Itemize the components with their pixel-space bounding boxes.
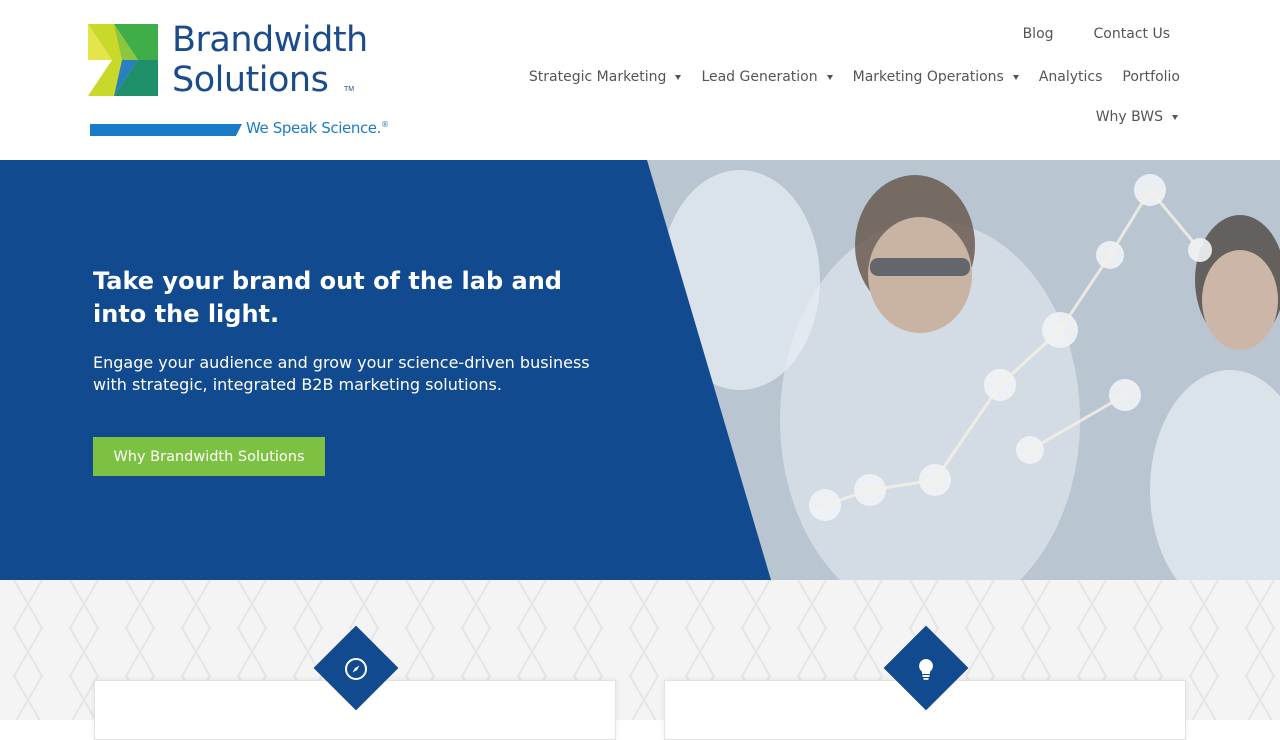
nav-strategic-marketing[interactable]: Strategic Marketing [529, 69, 682, 85]
brand-tagline-text: We Speak Science. [246, 119, 381, 137]
nav-blog[interactable]: Blog [1023, 26, 1054, 42]
hero-title: Take your brand out of the lab and into … [93, 267, 562, 328]
hero-banner: Take your brand out of the lab and into … [0, 160, 1280, 580]
nav-label: Strategic Marketing [528, 69, 667, 85]
brand-logo[interactable]: Brandwidth Solutions TM We Speak Science… [88, 18, 398, 143]
chevron-down-icon [1012, 74, 1019, 80]
utility-nav: Blog Contact Us [1023, 26, 1170, 42]
nav-label: Why BWS [1095, 109, 1163, 125]
nav-label: Portfolio [1122, 69, 1180, 85]
nav-analytics[interactable]: Analytics [1039, 69, 1103, 85]
nav-why-bws[interactable]: Why BWS [1096, 109, 1178, 125]
nav-lead-generation[interactable]: Lead Generation [701, 69, 833, 85]
nav-label: Marketing Operations [852, 69, 1004, 85]
logo-bar [90, 124, 242, 136]
hero-subtitle: Engage your audience and grow your scien… [93, 353, 590, 394]
brand-line-1: Brandwidth [172, 20, 368, 60]
chevron-down-icon [826, 74, 833, 80]
logo-mark-icon [88, 24, 158, 96]
lightbulb-icon [913, 656, 939, 682]
registered-mark: ® [380, 120, 389, 129]
trademark-mark: TM [344, 86, 355, 93]
site-header: Brandwidth Solutions TM We Speak Science… [0, 0, 1280, 160]
nav-label: Lead Generation [701, 69, 818, 85]
brand-name: Brandwidth Solutions [172, 20, 368, 100]
nav-why-container: Why BWS [1096, 109, 1178, 125]
chevron-down-icon [675, 74, 682, 80]
why-brandwidth-button[interactable]: Why Brandwidth Solutions [93, 437, 325, 476]
brand-tagline: We Speak Science.® [246, 119, 389, 137]
nav-portfolio[interactable]: Portfolio [1122, 69, 1180, 85]
nav-marketing-operations[interactable]: Marketing Operations [853, 69, 1019, 85]
brand-line-2: Solutions [172, 60, 329, 100]
compass-icon [343, 656, 369, 682]
main-nav: Strategic Marketing Lead Generation Mark… [529, 69, 1180, 85]
nav-contact-us[interactable]: Contact Us [1094, 26, 1170, 42]
chevron-down-icon [1172, 114, 1178, 120]
features-section [0, 580, 1280, 740]
nav-label: Analytics [1038, 69, 1103, 85]
